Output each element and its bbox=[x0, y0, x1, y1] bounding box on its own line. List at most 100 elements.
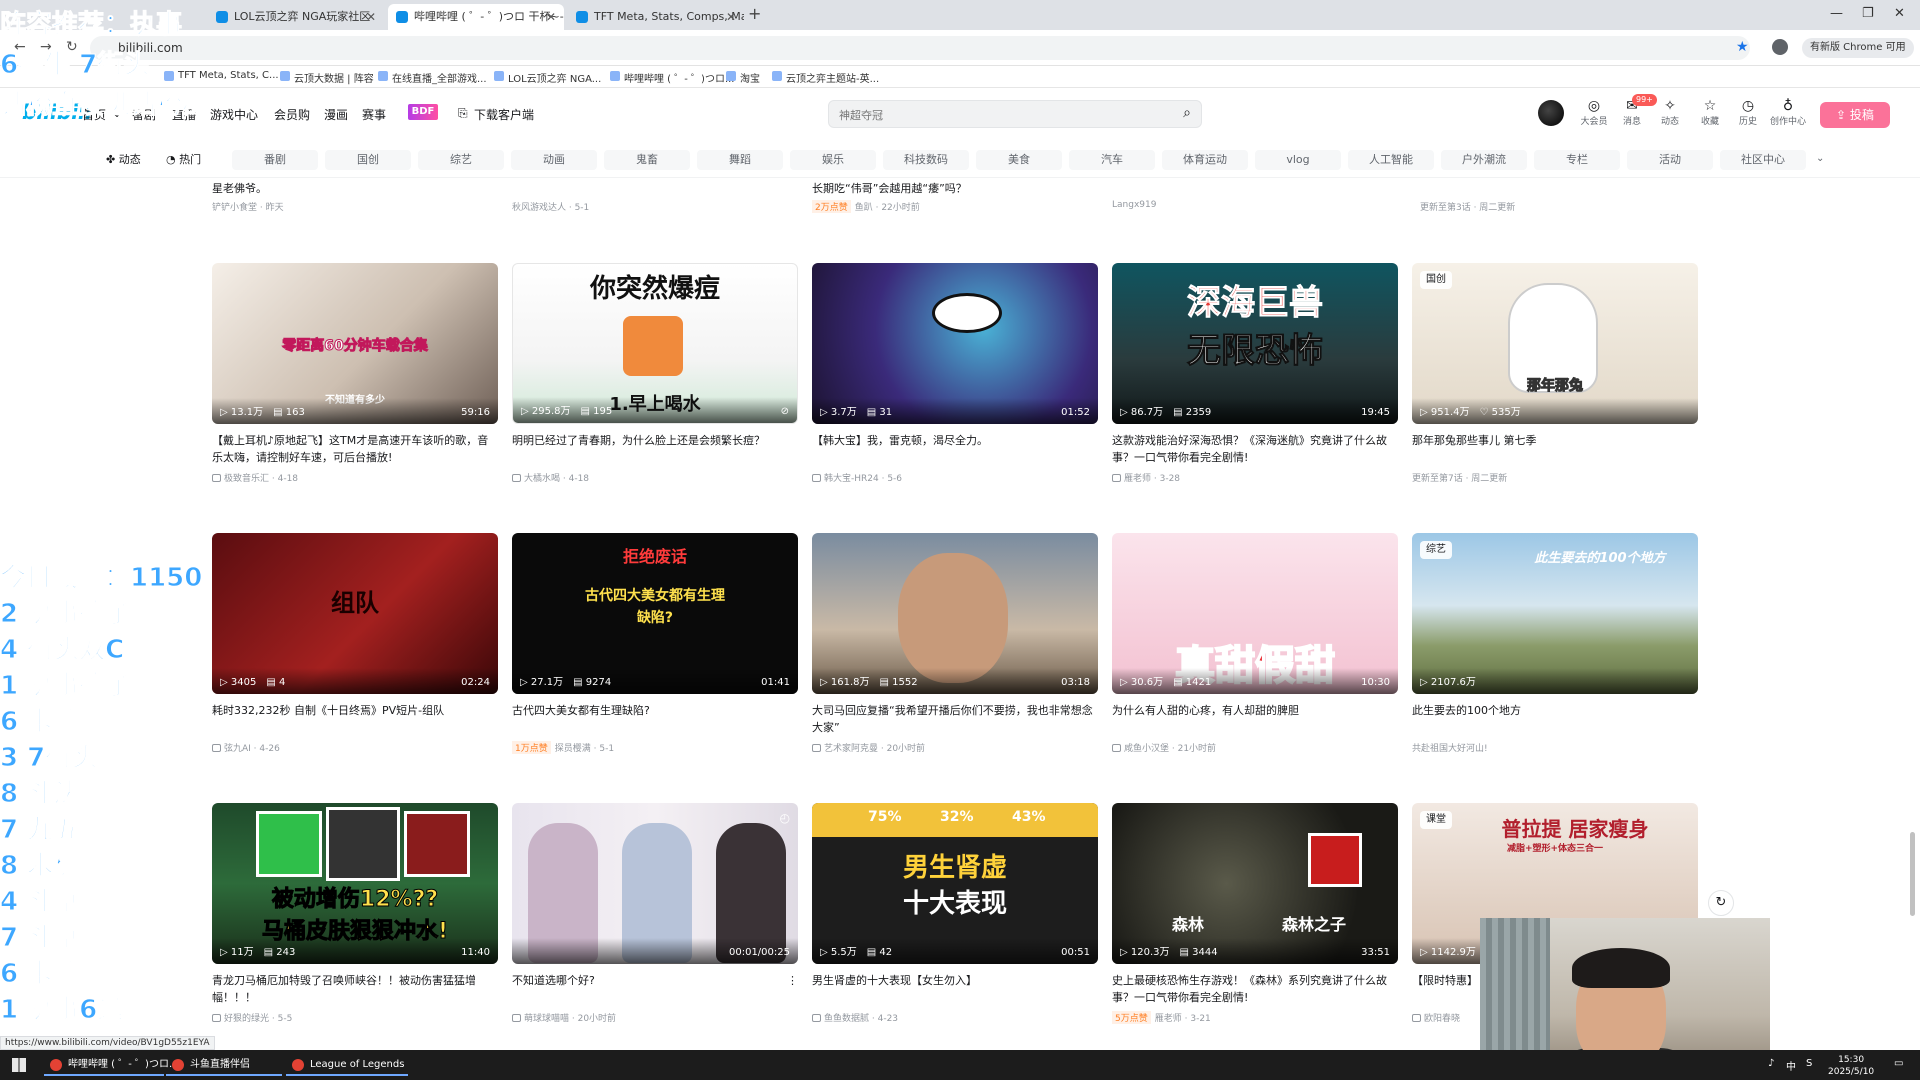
nav-match[interactable]: 赛事 bbox=[362, 106, 386, 123]
channel-chip[interactable]: 舞蹈 bbox=[697, 150, 783, 170]
taskbar-douyu[interactable]: 斗鱼直播伴侣 bbox=[166, 1054, 282, 1076]
video-meta[interactable]: 韩大宝-HR24 · 5-6 bbox=[812, 471, 1098, 484]
video-meta[interactable]: 更新至第3话 · 周二更新 bbox=[1420, 200, 1515, 213]
video-meta[interactable]: 大橘水喝 · 4-18 bbox=[512, 471, 798, 484]
tab-nga[interactable]: LOL云顶之弈 NGA玩家社区 ✕ bbox=[208, 4, 384, 30]
video-title[interactable]: 明明已经过了青春期，为什么脸上还是会频繁长痘？ bbox=[512, 432, 798, 466]
bookmark-star-icon[interactable]: ★ bbox=[1736, 39, 1749, 55]
video-card[interactable]: 拒绝废话 古代四大美女都有生理缺陷? ▷ 27.1万 ▤ 9274 01:41 古… bbox=[512, 533, 798, 754]
video-thumbnail[interactable]: 零距离60分钟车载合集 不知道有多少 ▷ 13.1万 ▤ 16359:16 bbox=[212, 263, 498, 424]
video-title[interactable]: 耗时332,232秒 自制《十日终焉》PV短片-组队 bbox=[212, 702, 498, 736]
video-meta[interactable]: 共赴祖国大好河山! bbox=[1412, 741, 1698, 754]
channel-chip[interactable]: 社区中心 bbox=[1720, 150, 1806, 170]
close-icon[interactable]: ✕ bbox=[366, 4, 376, 30]
video-meta[interactable]: 好狠的绿光 · 5-5 bbox=[212, 1011, 498, 1024]
avatar[interactable] bbox=[1538, 100, 1564, 126]
video-card[interactable]: 组队 ▷ 3405 ▤ 4 02:24 耗时332,232秒 自制《十日终焉》PV… bbox=[212, 533, 498, 754]
bookmark-item[interactable]: 哔哩哔哩 ( ゜- ゜)つロ... bbox=[610, 70, 734, 85]
tab-tft[interactable]: TFT Meta, Stats, Comps, Mat ✕ bbox=[568, 4, 744, 30]
video-meta[interactable]: 铲铲小食堂 · 昨天 bbox=[212, 200, 284, 213]
video-title[interactable]: 此生要去的100个地方 bbox=[1412, 702, 1698, 736]
video-thumbnail[interactable]: 拒绝废话 古代四大美女都有生理缺陷? ▷ 27.1万 ▤ 9274 01:41 bbox=[512, 533, 798, 694]
video-title[interactable]: 男生肾虚的十大表现【女生勿入】 bbox=[812, 972, 1098, 1006]
video-card[interactable]: 综艺 此生要去的100个地方 ▷ 2107.6万 此生要去的100个地方 共赴祖… bbox=[1412, 533, 1698, 754]
page-scrollbar[interactable] bbox=[1910, 832, 1915, 916]
video-thumbnail[interactable]: 组队 ▷ 3405 ▤ 4 02:24 bbox=[212, 533, 498, 694]
video-meta[interactable]: 极致音乐汇 · 4-18 bbox=[212, 471, 498, 484]
video-thumbnail[interactable]: 深海巨兽 无限恐怖 ▷ 86.7万 ▤ 2359 19:45 bbox=[1112, 263, 1398, 424]
channel-chip[interactable]: vlog bbox=[1255, 150, 1341, 170]
video-title[interactable]: 【戴上耳机♪原地起飞】这TM才是高速开车该听的歌，音乐太嗨，请控制好车速，可后台… bbox=[212, 432, 498, 466]
channel-chip[interactable]: 娱乐 bbox=[790, 150, 876, 170]
video-title[interactable]: 古代四大美女都有生理缺陷? bbox=[512, 702, 798, 736]
video-meta[interactable]: 5万点赞 雁老师 · 3-21 bbox=[1112, 1011, 1398, 1024]
favorites-button[interactable]: ☆ 收藏 bbox=[1692, 98, 1728, 127]
channel-hot[interactable]: ◔ 热门 bbox=[166, 151, 201, 167]
video-thumbnail[interactable]: ▷ 161.8万 ▤ 1552 03:18 bbox=[812, 533, 1098, 694]
channel-dynamic[interactable]: ✤ 动态 bbox=[106, 151, 141, 167]
video-card[interactable]: 75% 32% 43% 男生肾虚 十大表现 ▷ 5.5万 ▤ 42 00:51 男… bbox=[812, 803, 1098, 1024]
video-title[interactable]: 史上最硬核恐怖生存游戏！《森林》系列究竟讲了什么故事？一口气带你看完全剧情! bbox=[1112, 972, 1398, 1006]
video-thumbnail[interactable]: ▷ 3.7万 ▤ 31 01:52 bbox=[812, 263, 1098, 424]
video-title[interactable]: 【韩大宝】我，雷克顿，渴尽全力。 bbox=[812, 432, 1098, 466]
nav-manga[interactable]: 漫画 bbox=[324, 106, 348, 123]
bdf-logo[interactable]: BDF bbox=[408, 104, 438, 120]
close-window-icon[interactable]: ✕ bbox=[1894, 6, 1905, 21]
video-meta[interactable]: 咸鱼小汉堡 · 21小时前 bbox=[1112, 741, 1398, 754]
video-thumbnail[interactable]: 你突然爆痘 1.早上喝水 ▷ 295.8万 ▤ 195⊘ bbox=[512, 263, 798, 424]
new-tab-icon[interactable]: + bbox=[748, 4, 761, 23]
video-meta[interactable]: 秋风游戏达人 · 5-1 bbox=[512, 200, 589, 213]
channel-chip[interactable]: 户外潮流 bbox=[1441, 150, 1527, 170]
channel-chip[interactable]: 人工智能 bbox=[1348, 150, 1434, 170]
video-title[interactable]: 大司马回应复播“我希望开播后你们不要捞，我也非常想念大家” bbox=[812, 702, 1098, 736]
channel-chip[interactable]: 活动 bbox=[1627, 150, 1713, 170]
video-title[interactable]: 长期吃“伟哥”会越用越“痿”吗？ bbox=[812, 180, 967, 196]
video-meta[interactable]: 更新至第7话 · 周二更新 bbox=[1412, 471, 1698, 484]
refresh-feed-button[interactable]: ↻ bbox=[1708, 890, 1734, 916]
video-meta[interactable]: 雁老师 · 3-28 bbox=[1112, 471, 1398, 484]
video-title[interactable]: 那年那兔那些事儿 第七季 bbox=[1412, 432, 1698, 466]
close-icon[interactable]: ✕ bbox=[546, 4, 556, 30]
creator-center-button[interactable]: ♁ 创作中心 bbox=[1770, 98, 1806, 127]
video-meta[interactable]: 鱼鱼数据腻 · 4-23 bbox=[812, 1011, 1098, 1024]
chrome-update-button[interactable]: 有新版 Chrome 可用 bbox=[1802, 38, 1914, 58]
notification-icon[interactable]: ▭ bbox=[1894, 1058, 1903, 1069]
video-card[interactable]: 真甜假甜 ▷ 30.6万 ▤ 1421 10:30 为什么有人甜的心疼，有人却甜的… bbox=[1112, 533, 1398, 754]
antivirus-icon[interactable]: S bbox=[1806, 1058, 1812, 1069]
profile-icon[interactable] bbox=[1772, 39, 1788, 55]
video-meta[interactable]: 萌球球喵喵 · 20小时前 bbox=[512, 1011, 798, 1024]
url-field[interactable]: bilibili.com bbox=[90, 36, 1750, 60]
video-card[interactable]: 深海巨兽 无限恐怖 ▷ 86.7万 ▤ 2359 19:45 这款游戏能治好深海恐… bbox=[1112, 263, 1398, 484]
channel-chip[interactable]: 美食 bbox=[976, 150, 1062, 170]
nav-game-center[interactable]: 游戏中心 bbox=[210, 106, 258, 123]
channel-chip[interactable]: 汽车 bbox=[1069, 150, 1155, 170]
channel-chip[interactable]: 综艺 bbox=[418, 150, 504, 170]
vip-button[interactable]: ◎ 大会员 bbox=[1576, 98, 1612, 127]
bookmark-item[interactable]: 淘宝 bbox=[726, 70, 760, 85]
close-icon[interactable]: ✕ bbox=[726, 4, 736, 30]
bookmark-item[interactable]: 云顶之弈主题站-英... bbox=[772, 70, 879, 85]
video-meta[interactable]: 弦九AI · 4-26 bbox=[212, 741, 498, 754]
video-card[interactable]: 零距离60分钟车载合集 不知道有多少 ▷ 13.1万 ▤ 16359:16 【戴… bbox=[212, 263, 498, 484]
bookmark-item[interactable]: 云顶大数据 | 阵容 bbox=[280, 70, 374, 85]
channel-chip[interactable]: 动画 bbox=[511, 150, 597, 170]
history-button[interactable]: ◷ 历史 bbox=[1730, 98, 1766, 127]
channel-chip[interactable]: 番剧 bbox=[232, 150, 318, 170]
video-card[interactable]: 你突然爆痘 1.早上喝水 ▷ 295.8万 ▤ 195⊘ 明明已经过了青春期，为… bbox=[512, 263, 798, 484]
video-meta[interactable]: 2万点赞 鱼趴 · 22小时前 bbox=[812, 200, 920, 213]
video-meta[interactable]: 1万点赞 探员樱满 · 5-1 bbox=[512, 741, 798, 754]
video-title[interactable]: 为什么有人甜的心疼，有人却甜的脾胆 bbox=[1112, 702, 1398, 736]
search-icon[interactable]: ⌕ bbox=[1183, 105, 1191, 121]
video-card[interactable]: ◴ 00:01/00:25 不知道选哪个好? ⋮ 萌球球喵喵 · 20小时前 bbox=[512, 803, 798, 1024]
chevron-down-icon[interactable]: ⌄ bbox=[1816, 153, 1824, 164]
taskbar-clock[interactable]: 15:30 2025/5/10 bbox=[1828, 1054, 1874, 1078]
tab-bilibili[interactable]: 哔哩哔哩 ( ゜- ゜)つロ 干杯~-bilibili✕ bbox=[388, 4, 564, 30]
channel-chip[interactable]: 专栏 bbox=[1534, 150, 1620, 170]
video-meta[interactable]: Langx919 bbox=[1112, 200, 1156, 210]
video-title[interactable]: 不知道选哪个好? ⋮ bbox=[512, 972, 798, 1006]
bookmark-item[interactable]: TFT Meta, Stats, C... bbox=[164, 70, 279, 81]
video-title[interactable]: 这款游戏能治好深海恐惧？《深海迷航》究竟讲了什么故事？一口气带你看完全剧情! bbox=[1112, 432, 1398, 466]
video-card[interactable]: ▷ 3.7万 ▤ 31 01:52 【韩大宝】我，雷克顿，渴尽全力。 韩大宝-HR… bbox=[812, 263, 1098, 484]
video-thumbnail[interactable]: 被动增伤12%?? 马桶皮肤狠狠冲水! ▷ 11万 ▤ 243 11:40 bbox=[212, 803, 498, 964]
video-title[interactable]: 星老佛爷。 bbox=[212, 180, 267, 196]
